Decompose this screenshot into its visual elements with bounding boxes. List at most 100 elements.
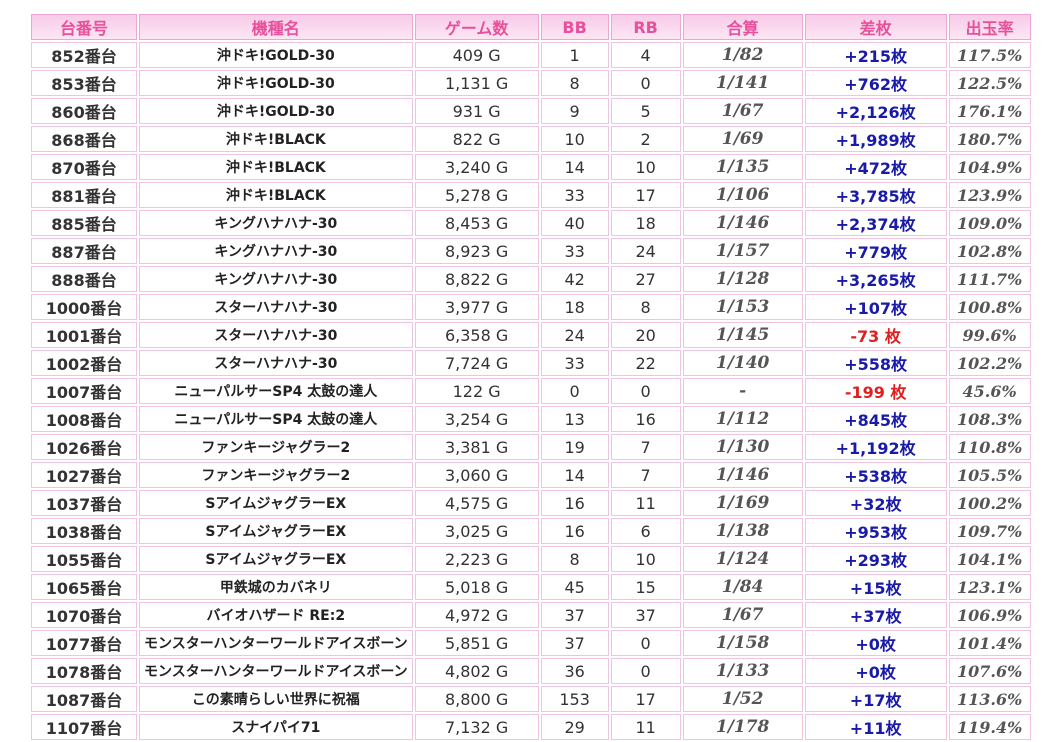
bb-cell: 37 (540, 630, 609, 656)
payout-cell: 111.7% (948, 266, 1031, 292)
rb-cell: 8 (610, 294, 681, 320)
games-cell: 5,018 G (414, 574, 539, 600)
payout-cell: 123.9% (948, 182, 1031, 208)
table-row: 1078番台 モンスターハンターワールドアイスボーン 4,802 G 36 0 1/133… (31, 658, 1031, 684)
table-row: 1070番台 バイオハザード RE:2 4,972 G 37 37 1/67 +37枚 106… (31, 602, 1031, 628)
diff-cell: +293枚 (804, 546, 947, 572)
table-row: 853番台 沖ドキ!GOLD-30 1,131 G 8 0 1/141 +762枚 122.5… (31, 70, 1031, 96)
unit-cell: 860番台 (31, 98, 137, 124)
payout-cell: 102.2% (948, 350, 1031, 376)
unit-cell: 1001番台 (31, 322, 137, 348)
table-row: 1008番台 ニューパルサーSP4 太鼓の達人 3,254 G 13 16 1/112 +8… (31, 406, 1031, 432)
games-cell: 3,240 G (414, 154, 539, 180)
ratio-cell: 1/133 (682, 658, 803, 684)
model-cell: モンスターハンターワールドアイスボーン (139, 658, 413, 684)
table-body: 852番台 沖ドキ!GOLD-30 409 G 1 4 1/82 +215枚 117.5% 85… (31, 42, 1031, 740)
unit-cell: 1077番台 (31, 630, 137, 656)
payout-cell: 105.5% (948, 462, 1031, 488)
table-row: 870番台 沖ドキ!BLACK 3,240 G 14 10 1/135 +472枚 104.9… (31, 154, 1031, 180)
table-row: 1000番台 スターハナハナ-30 3,977 G 18 8 1/153 +107枚 100.… (31, 294, 1031, 320)
table-row: 881番台 沖ドキ!BLACK 5,278 G 33 17 1/106 +3,785枚 123… (31, 182, 1031, 208)
table-row: 860番台 沖ドキ!GOLD-30 931 G 9 5 1/67 +2,126枚 176.1% (31, 98, 1031, 124)
unit-cell: 1007番台 (31, 378, 137, 404)
payout-cell: 180.7% (948, 126, 1031, 152)
unit-cell: 1002番台 (31, 350, 137, 376)
payout-cell: 109.0% (948, 210, 1031, 236)
games-cell: 409 G (414, 42, 539, 68)
unit-cell: 1107番台 (31, 714, 137, 740)
rb-cell: 10 (610, 546, 681, 572)
diff-cell: +11枚 (804, 714, 947, 740)
model-cell: 沖ドキ!BLACK (139, 126, 413, 152)
diff-cell: +0枚 (804, 630, 947, 656)
bb-cell: 16 (540, 518, 609, 544)
table-row: 1065番台 甲鉄城のカバネリ 5,018 G 45 15 1/84 +15枚 123.1% (31, 574, 1031, 600)
ratio-cell: 1/146 (682, 210, 803, 236)
table-row: 887番台 キングハナハナ-30 8,923 G 33 24 1/157 +779枚 102.… (31, 238, 1031, 264)
ratio-cell: 1/106 (682, 182, 803, 208)
table-row: 885番台 キングハナハナ-30 8,453 G 40 18 1/146 +2,374枚 10… (31, 210, 1031, 236)
unit-cell: 1087番台 (31, 686, 137, 712)
games-cell: 8,800 G (414, 686, 539, 712)
table-row: 868番台 沖ドキ!BLACK 822 G 10 2 1/69 +1,989枚 180.7% (31, 126, 1031, 152)
rb-cell: 24 (610, 238, 681, 264)
rb-cell: 11 (610, 490, 681, 516)
bb-cell: 18 (540, 294, 609, 320)
rb-cell: 10 (610, 154, 681, 180)
payout-cell: 123.1% (948, 574, 1031, 600)
diff-cell: +953枚 (804, 518, 947, 544)
model-cell: 沖ドキ!GOLD-30 (139, 70, 413, 96)
model-cell: ファンキージャグラー2 (139, 434, 413, 460)
table-row: 1001番台 スターハナハナ-30 6,358 G 24 20 1/145 -73 枚 99.… (31, 322, 1031, 348)
games-cell: 7,724 G (414, 350, 539, 376)
unit-cell: 868番台 (31, 126, 137, 152)
ratio-cell: 1/157 (682, 238, 803, 264)
bb-cell: 8 (540, 70, 609, 96)
ratio-cell: 1/178 (682, 714, 803, 740)
unit-cell: 1026番台 (31, 434, 137, 460)
games-cell: 822 G (414, 126, 539, 152)
payout-cell: 99.6% (948, 322, 1031, 348)
results-table: 台番号 機種名 ゲーム数 BB RB 合算 差枚 出玉率 852番台 沖ドキ!GO… (29, 12, 1033, 742)
rb-cell: 7 (610, 434, 681, 460)
payout-cell: 107.6% (948, 658, 1031, 684)
payout-cell: 108.3% (948, 406, 1031, 432)
unit-cell: 1000番台 (31, 294, 137, 320)
unit-cell: 1078番台 (31, 658, 137, 684)
games-cell: 4,972 G (414, 602, 539, 628)
bb-cell: 29 (540, 714, 609, 740)
model-cell: ファンキージャグラー2 (139, 462, 413, 488)
bb-cell: 33 (540, 238, 609, 264)
header-games: ゲーム数 (414, 14, 539, 40)
header-model: 機種名 (139, 14, 413, 40)
bb-cell: 8 (540, 546, 609, 572)
rb-cell: 17 (610, 686, 681, 712)
bb-cell: 42 (540, 266, 609, 292)
unit-cell: 1038番台 (31, 518, 137, 544)
bb-cell: 153 (540, 686, 609, 712)
rb-cell: 18 (610, 210, 681, 236)
model-cell: スターハナハナ-30 (139, 294, 413, 320)
diff-cell: +762枚 (804, 70, 947, 96)
model-cell: キングハナハナ-30 (139, 238, 413, 264)
diff-cell: +2,126枚 (804, 98, 947, 124)
payout-cell: 104.9% (948, 154, 1031, 180)
unit-cell: 888番台 (31, 266, 137, 292)
payout-cell: 106.9% (948, 602, 1031, 628)
model-cell: 沖ドキ!GOLD-30 (139, 42, 413, 68)
unit-cell: 1008番台 (31, 406, 137, 432)
header-row: 台番号 機種名 ゲーム数 BB RB 合算 差枚 出玉率 (31, 14, 1031, 40)
unit-cell: 1055番台 (31, 546, 137, 572)
model-cell: ニューパルサーSP4 太鼓の達人 (139, 406, 413, 432)
games-cell: 3,254 G (414, 406, 539, 432)
payout-cell: 104.1% (948, 546, 1031, 572)
ratio-cell: 1/128 (682, 266, 803, 292)
payout-cell: 110.8% (948, 434, 1031, 460)
rb-cell: 0 (610, 70, 681, 96)
bb-cell: 14 (540, 154, 609, 180)
bb-cell: 19 (540, 434, 609, 460)
table-row: 1027番台 ファンキージャグラー2 3,060 G 14 7 1/146 +538枚 105… (31, 462, 1031, 488)
table-row: 1007番台 ニューパルサーSP4 太鼓の達人 122 G 0 0- -199 枚 45.6… (31, 378, 1031, 404)
diff-cell: +1,192枚 (804, 434, 947, 460)
games-cell: 122 G (414, 378, 539, 404)
